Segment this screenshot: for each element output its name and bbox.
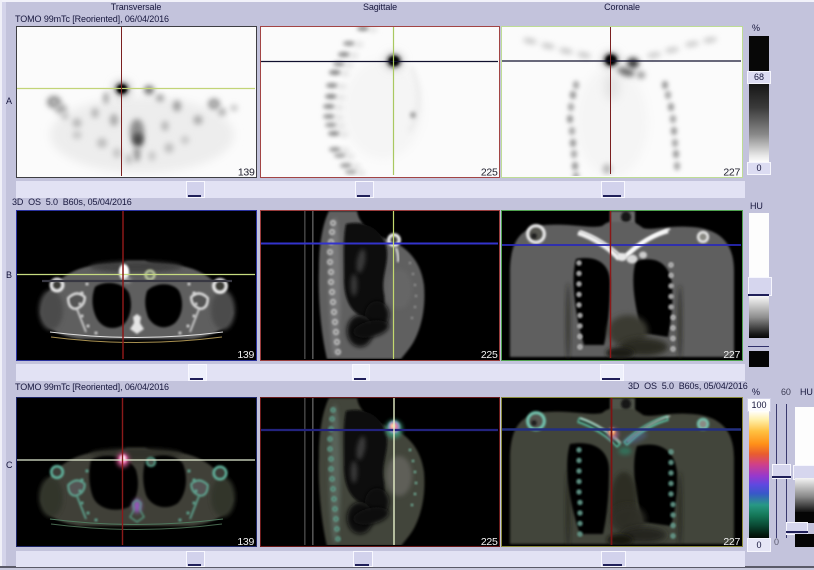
svg-text:227: 227 bbox=[723, 167, 740, 177]
svg-text:139: 139 bbox=[237, 349, 254, 359]
svg-text:227: 227 bbox=[723, 536, 740, 546]
svg-text:139: 139 bbox=[238, 167, 255, 177]
svg-text:139: 139 bbox=[237, 536, 254, 546]
svg-text:227: 227 bbox=[723, 349, 740, 359]
svg-text:225: 225 bbox=[480, 349, 497, 359]
svg-text:225: 225 bbox=[480, 536, 497, 546]
svg-text:225: 225 bbox=[480, 167, 497, 177]
